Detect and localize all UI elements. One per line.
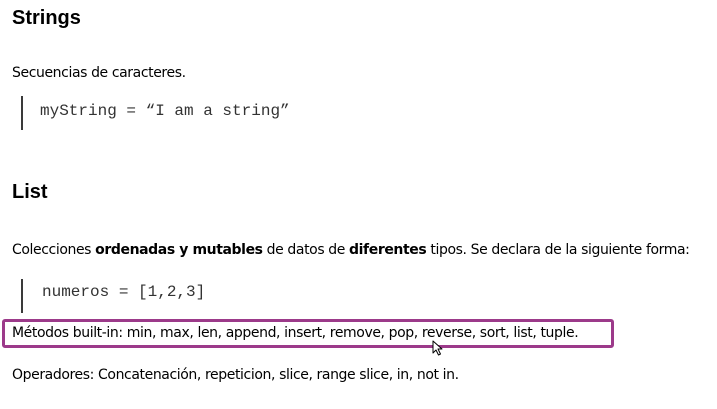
list-description: Colecciones ordenadas y mutables de dato… (12, 241, 690, 259)
methods-line: Métodos built-in: min, max, len, append,… (12, 325, 579, 341)
strings-heading: Strings (12, 7, 81, 29)
operators-line: Operadores: Concatenación, repeticion, s… (12, 367, 459, 383)
list-description-text: de datos de (262, 242, 350, 258)
code-block-bar (21, 279, 23, 313)
list-description-text: Colecciones (12, 242, 96, 258)
list-description-text: tipos. Se declara de la siguiente forma: (426, 242, 690, 258)
list-description-emphasis: ordenadas y mutables (95, 242, 263, 258)
list-code-example: numeros = [1,2,3] (42, 283, 206, 301)
mouse-pointer-icon (432, 340, 443, 356)
list-heading: List (12, 181, 48, 203)
strings-code-example: myString = “I am a string” (40, 102, 290, 120)
strings-description: Secuencias de caracteres. (12, 65, 186, 81)
list-description-emphasis: diferentes (349, 242, 427, 258)
code-block-bar (21, 96, 23, 130)
